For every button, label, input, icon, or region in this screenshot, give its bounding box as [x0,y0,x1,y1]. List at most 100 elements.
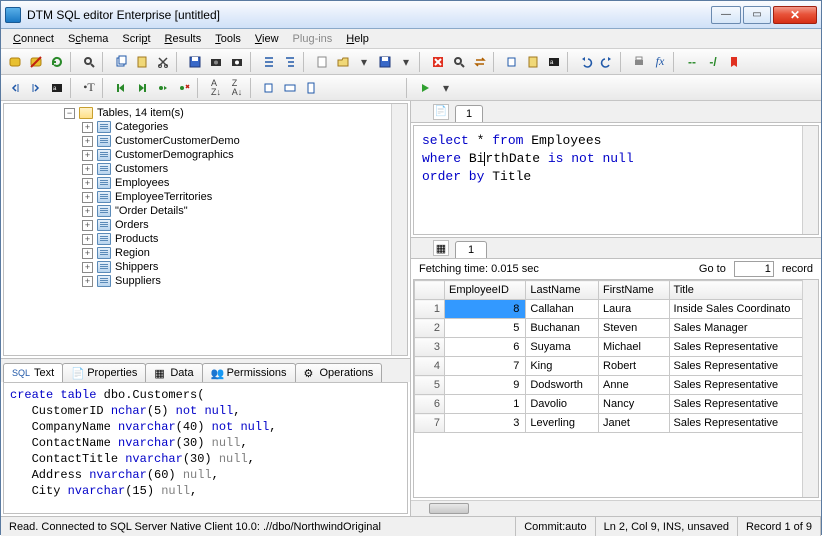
copy-row-icon[interactable] [280,78,300,98]
table-row[interactable]: 59DodsworthAnneSales Representative [415,376,818,395]
expand-icon[interactable]: + [82,234,93,245]
camera-icon[interactable] [206,52,226,72]
grid-hscrollbar[interactable] [411,500,821,516]
new-tab-button[interactable]: 📄 [433,104,449,120]
script-dropdown-icon[interactable]: ▾ [354,52,374,72]
menu-tools[interactable]: Tools [209,31,247,47]
bookmark-icon[interactable] [724,52,744,72]
delete-icon[interactable] [428,52,448,72]
editor-scrollbar[interactable] [802,126,818,234]
maximize-button[interactable]: ▭ [743,6,771,24]
indent-icon[interactable] [26,78,46,98]
table-row[interactable]: 18CallahanLauraInside Sales Coordinato [415,300,818,319]
collapse-icon[interactable]: − [64,108,75,119]
goto-end-icon[interactable] [132,78,152,98]
col-firstname[interactable]: FirstName [599,281,670,300]
table-row[interactable]: 25BuchananStevenSales Manager [415,319,818,338]
uncomment-icon[interactable]: -/ [703,52,723,72]
expand-icon[interactable]: + [82,192,93,203]
connect-icon[interactable] [5,52,25,72]
disconnect-icon[interactable] [26,52,46,72]
tree-expand-icon[interactable] [280,52,300,72]
editor-tab-1[interactable]: 1 [455,105,483,122]
find-icon[interactable] [79,52,99,72]
tree-item[interactable]: +"Order Details" [8,204,403,218]
outdent-icon[interactable] [5,78,25,98]
execute-icon[interactable] [415,78,435,98]
new-file-icon[interactable] [312,52,332,72]
text-cursor-icon[interactable]: •T [79,78,99,98]
tree-item[interactable]: +Products [8,232,403,246]
sql-editor[interactable]: select * from Employees where BirthDate … [413,125,819,235]
execute-dropdown-icon[interactable]: ▾ [436,78,456,98]
expand-icon[interactable]: + [82,164,93,175]
copy-icon[interactable] [111,52,131,72]
menu-help[interactable]: Help [340,31,375,47]
tree-item[interactable]: +Orders [8,218,403,232]
table-row[interactable]: 47KingRobertSales Representative [415,357,818,376]
goto-line-icon[interactable] [153,78,173,98]
sort-desc-icon[interactable]: ZA↓ [227,78,247,98]
paste-results-icon[interactable] [523,52,543,72]
print-icon[interactable] [629,52,649,72]
clear-bm-icon[interactable] [174,78,194,98]
tab-text[interactable]: SQLText [3,363,63,382]
undo-icon[interactable] [576,52,596,72]
tree-item[interactable]: +Shippers [8,260,403,274]
col-employeeid[interactable]: EmployeeID [445,281,526,300]
comment-icon[interactable]: -- [682,52,702,72]
menu-schema[interactable]: Schema [62,31,114,47]
tab-data[interactable]: ▦Data [145,363,202,382]
tab-properties[interactable]: 📄Properties [62,363,146,382]
expand-icon[interactable]: + [82,276,93,287]
tree-item[interactable]: +Customers [8,162,403,176]
expand-icon[interactable]: + [82,220,93,231]
grid-vscrollbar[interactable] [802,280,818,497]
paste-icon[interactable] [132,52,152,72]
tree-item[interactable]: +EmployeeTerritories [8,190,403,204]
minimize-button[interactable]: — [711,6,741,24]
tree-item[interactable]: +Suppliers [8,274,403,288]
cut-icon[interactable] [153,52,173,72]
tab-permissions[interactable]: 👥Permissions [202,363,296,382]
save-icon[interactable] [185,52,205,72]
menu-results[interactable]: Results [159,31,208,47]
close-button[interactable]: ✕ [773,6,817,24]
goto-input[interactable] [734,261,774,277]
copy-col-icon[interactable] [301,78,321,98]
save-script-icon[interactable] [375,52,395,72]
expand-icon[interactable]: + [82,178,93,189]
tree-item[interactable]: +CustomerCustomerDemo [8,134,403,148]
table-row[interactable]: 73LeverlingJanetSales Representative [415,414,818,433]
tab-operations[interactable]: ⚙Operations [295,363,383,382]
menu-view[interactable]: View [249,31,285,47]
tree-item[interactable]: +CustomerDemographics [8,148,403,162]
refresh-icon[interactable] [47,52,67,72]
tree-collapse-icon[interactable] [259,52,279,72]
snapshot-icon[interactable] [227,52,247,72]
tree-root-tables[interactable]: − Tables, 14 item(s) [8,106,403,120]
goto-start-icon[interactable] [111,78,131,98]
sort-asc-icon[interactable]: AZ↓ [206,78,226,98]
expand-icon[interactable]: + [82,206,93,217]
redo-icon[interactable] [597,52,617,72]
open-file-icon[interactable] [333,52,353,72]
expand-icon[interactable]: + [82,150,93,161]
format-icon[interactable]: a [47,78,67,98]
col-lastname[interactable]: LastName [526,281,599,300]
tree-item[interactable]: +Employees [8,176,403,190]
copy-cell-icon[interactable] [259,78,279,98]
menu-script[interactable]: Script [116,31,156,47]
ddl-viewer[interactable]: create table dbo.Customers( CustomerID n… [3,382,408,514]
tree-item[interactable]: +Categories [8,120,403,134]
tree-item[interactable]: +Region [8,246,403,260]
copy-results-icon[interactable] [502,52,522,72]
expand-icon[interactable]: + [82,262,93,273]
save-dropdown-icon[interactable]: ▾ [396,52,416,72]
replace-icon[interactable] [470,52,490,72]
schema-tree[interactable]: − Tables, 14 item(s) +Categories+Custome… [3,103,408,356]
menu-connect[interactable]: Connect [7,31,60,47]
tree-scrollbar[interactable] [391,104,407,355]
table-row[interactable]: 36SuyamaMichaelSales Representative [415,338,818,357]
table-row[interactable]: 61DavolioNancySales Representative [415,395,818,414]
